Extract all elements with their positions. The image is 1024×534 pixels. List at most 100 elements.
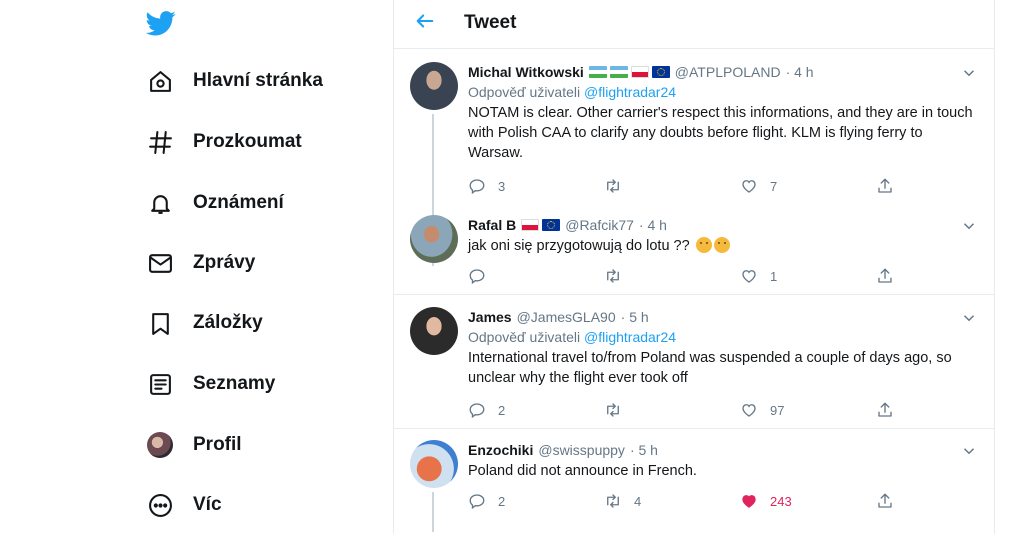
nav-item-bookmarks[interactable]: Záložky [146,303,263,343]
nav-item-profile[interactable]: Profil [146,425,242,465]
retweet-icon [607,179,619,193]
nav-item-label: Záložky [193,312,263,333]
arrow-left-icon[interactable] [414,10,438,34]
retweet-icon [607,269,619,283]
chevron-down-icon[interactable] [960,309,978,327]
tweet-text: jak oni się przygotowują do lotu ?? [468,238,690,254]
nav-item-label: Zprávy [193,252,256,273]
tweet-handle[interactable]: @JamesGLA90 [517,309,616,325]
retweet-button[interactable] [604,399,634,421]
tweet-author-name[interactable]: Rafal B [468,217,516,233]
share-icon [878,268,892,283]
tweet-author-name[interactable]: James [468,309,512,325]
reply-count: 2 [498,402,506,418]
retweet-button[interactable]: 4 [604,490,641,512]
like-count: 7 [770,178,778,194]
avatar[interactable] [410,62,458,110]
twitter-bird-icon[interactable] [145,8,176,38]
avatar [146,431,174,459]
reply-button[interactable]: 3 [468,175,505,197]
home-icon [146,67,174,95]
name-flags [521,219,561,231]
nav-item-label: Seznamy [193,373,276,394]
share-button[interactable] [876,490,894,512]
tweet-handle[interactable]: @swisspuppy [538,442,625,458]
tweet-time[interactable]: · 4 h [639,217,667,233]
tweet-content: James @JamesGLA90 · 5 h Odpověď uživatel… [468,307,980,388]
like-button[interactable]: 243 [740,490,792,512]
tweet-text: NOTAM is clear. Other carrier's respect … [468,105,973,161]
reply-icon [469,403,485,419]
nav-item-label: Prozkoumat [193,131,302,152]
chevron-down-icon[interactable] [960,64,978,82]
nav-item-notifications[interactable]: Oznámení [146,183,284,223]
eu-flag-icon [651,66,670,78]
like-button[interactable]: 7 [740,175,777,197]
page-header: Tweet [394,0,994,49]
nav-item-more[interactable]: Víc [146,485,222,525]
reply-count: 3 [498,178,506,194]
nav-item-messages[interactable]: Zprávy [146,243,255,283]
like-count: 1 [770,268,778,284]
more-circle-icon [146,491,174,519]
share-icon [878,493,892,508]
share-button[interactable] [876,175,894,197]
tweet-time[interactable]: · 5 h [630,442,658,458]
tweet-author-name[interactable]: Enzochiki [468,442,533,458]
share-icon [878,178,892,193]
retweet-count: 4 [634,493,642,509]
heart-icon [742,180,756,193]
reply-button[interactable] [468,265,498,287]
avatar[interactable] [410,307,458,355]
tweet-actions: 3 7 [468,175,908,197]
eu-flag-icon [542,219,561,231]
reply-mention-link[interactable]: @flightradar24 [584,329,676,345]
retweet-button[interactable] [604,265,634,287]
tweet-text: Poland did not announce in French. [468,463,697,479]
tweet-author-name[interactable]: Michal Witkowski [468,64,584,80]
divider [394,428,994,429]
reply-mention-link[interactable]: @flightradar24 [584,84,676,100]
tweet-actions: 2 4 243 [468,490,908,512]
poland-flag-icon [521,219,540,231]
reply-prefix: Odpověď uživateli [468,329,581,345]
envelope-icon [146,249,174,277]
chevron-down-icon[interactable] [960,217,978,235]
list-icon [146,370,174,398]
tweet-actions: 2 97 [468,399,908,421]
name-flags [588,66,670,78]
heart-filled-icon [742,495,756,508]
tweet-time[interactable]: · 4 h [786,64,814,80]
tweet-handle[interactable]: @ATPLPOLAND [675,64,781,80]
reply-button[interactable]: 2 [468,490,505,512]
thread-line [432,492,434,532]
tweet-time[interactable]: · 5 h [621,309,649,325]
nav-item-label: Profil [193,434,242,455]
avatar[interactable] [410,440,458,488]
tweet-timeline: Tweet Michal Witkowski @ATPLPOLAND · 4 h… [393,0,995,534]
reply-count: 2 [498,493,506,509]
nav-item-lists[interactable]: Seznamy [146,364,275,404]
tweet-actions: 1 [468,265,908,287]
sidebar: Hlavní stránka Prozkoumat Oznámení Zpráv… [0,0,393,534]
retweet-icon [607,403,619,417]
avatar[interactable] [410,215,458,263]
tweet-handle[interactable]: @Rafcik77 [565,217,634,233]
tweet-text: International travel to/from Poland was … [468,350,952,386]
thinking-face-icon [713,237,730,253]
chevron-down-icon[interactable] [960,442,978,460]
retweet-button[interactable] [604,175,634,197]
like-button[interactable]: 1 [740,265,777,287]
share-button[interactable] [876,399,894,421]
tweet-content: Rafal B @Rafcik77 · 4 h jak oni się przy… [468,215,980,256]
flag-icon [609,66,628,78]
nav-item-home[interactable]: Hlavní stránka [146,61,323,101]
nav-item-explore[interactable]: Prozkoumat [146,122,302,162]
share-button[interactable] [876,265,894,287]
thinking-face-icon [695,237,712,253]
reply-icon [469,269,485,285]
like-button[interactable]: 97 [740,399,784,421]
heart-icon [742,270,756,283]
reply-context: Odpověď uživateli @flightradar24 [468,328,980,347]
reply-button[interactable]: 2 [468,399,505,421]
